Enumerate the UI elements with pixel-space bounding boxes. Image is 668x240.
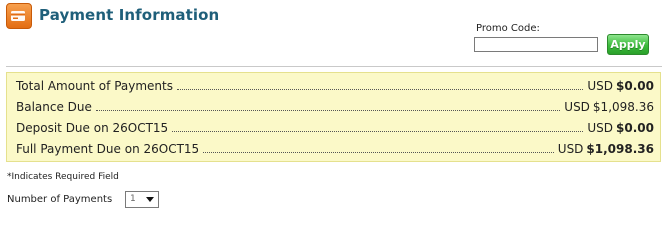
summary-row-value: USD $0.00 — [587, 121, 654, 135]
number-of-payments-label: Number of Payments — [7, 194, 113, 205]
summary-row-value: USD $0.00 — [587, 79, 654, 93]
amount-value: $0.00 — [616, 79, 654, 93]
credit-card-icon — [6, 3, 32, 29]
payment-summary-box: Total Amount of Payments USD $0.00 Balanc… — [6, 72, 661, 162]
required-field-note: *Indicates Required Field — [7, 172, 119, 182]
chevron-down-icon — [146, 197, 154, 202]
amount-value: $1,098.36 — [592, 100, 654, 114]
dot-leader — [95, 109, 561, 111]
summary-row-full-payment-due: Full Payment Due on 26OCT15 USD $1,098.36 — [16, 136, 654, 156]
promo-code-input[interactable] — [474, 37, 598, 52]
currency-code: USD — [557, 142, 584, 156]
page-title: Payment Information — [39, 6, 220, 24]
promo-code-label: Promo Code: — [476, 23, 540, 34]
summary-row-deposit-due: Deposit Due on 26OCT15 USD $0.00 — [16, 115, 654, 135]
summary-row-label: Full Payment Due on 26OCT15 — [16, 142, 200, 156]
apply-button[interactable]: Apply — [607, 34, 649, 55]
summary-row-value: USD $1,098.36 — [558, 142, 654, 156]
dot-leader — [176, 88, 584, 90]
amount-value: $0.00 — [616, 121, 654, 135]
summary-row-balance-due: Balance Due USD $1,098.36 — [16, 94, 654, 114]
summary-row-label: Total Amount of Payments — [16, 79, 173, 93]
selected-value: 1 — [130, 194, 136, 204]
dot-leader — [203, 151, 554, 153]
summary-row-label: Deposit Due on 26OCT15 — [16, 121, 169, 135]
number-of-payments-select[interactable]: 1 — [125, 191, 159, 208]
currency-code: USD — [564, 100, 590, 114]
summary-row-total-amount: Total Amount of Payments USD $0.00 — [16, 73, 654, 93]
summary-row-label: Balance Due — [16, 100, 92, 114]
amount-value: $1,098.36 — [586, 142, 654, 156]
currency-code: USD — [587, 121, 614, 135]
section-divider — [6, 66, 662, 67]
summary-row-value: USD $1,098.36 — [564, 100, 654, 114]
currency-code: USD — [587, 79, 614, 93]
dot-leader — [172, 130, 584, 132]
